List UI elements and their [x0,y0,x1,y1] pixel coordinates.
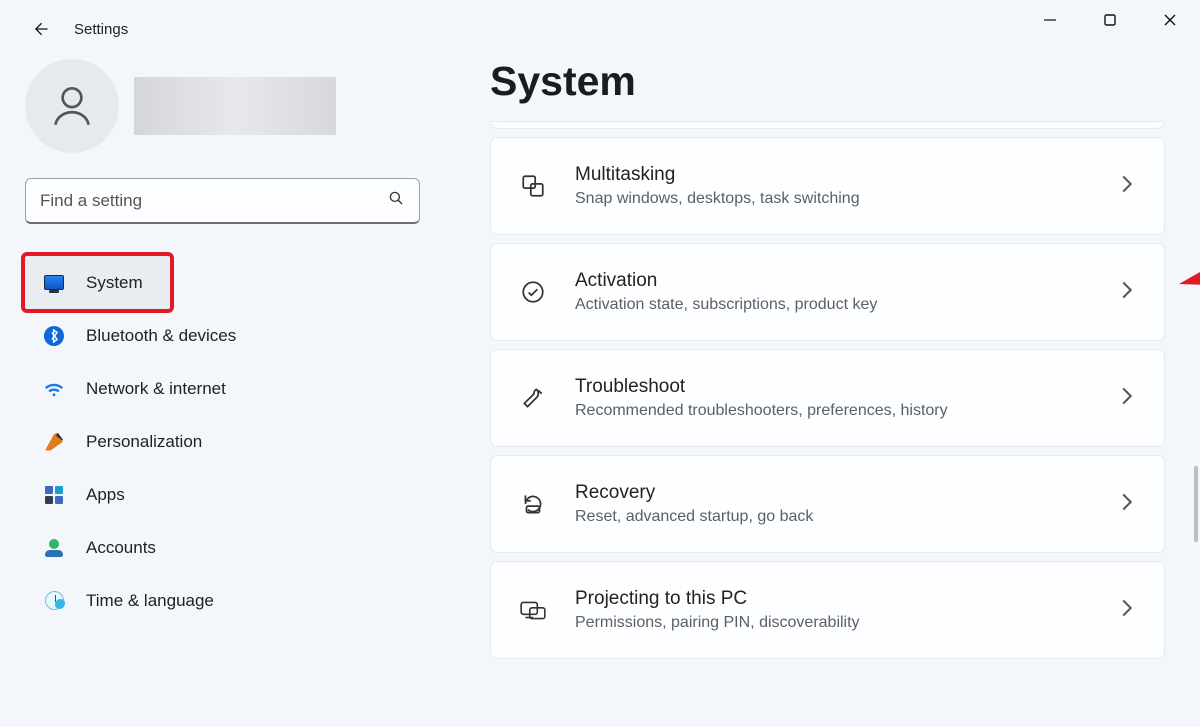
multitasking-icon [517,170,549,202]
chevron-right-icon [1120,174,1134,199]
system-card-troubleshoot[interactable]: Troubleshoot Recommended troubleshooters… [490,349,1165,447]
bluetooth-icon [42,324,66,348]
checkmark-circle-icon [517,276,549,308]
account-icon [42,536,66,560]
sidebar-item-label: Time & language [86,591,214,611]
search-icon [387,189,405,212]
system-card-projecting[interactable]: Projecting to this PC Permissions, pairi… [490,561,1165,659]
sidebar-item-time-language[interactable]: Time & language [25,574,425,627]
maximize-button[interactable] [1080,0,1140,40]
wrench-icon [517,382,549,414]
card-subtitle: Snap windows, desktops, task switching [575,190,1120,208]
sidebar-item-label: Accounts [86,538,156,558]
sidebar-item-label: Personalization [86,432,202,452]
card-subtitle: Reset, advanced startup, go back [575,508,1120,526]
recovery-icon [517,488,549,520]
avatar[interactable] [25,59,119,153]
sidebar-item-label: Bluetooth & devices [86,326,236,346]
system-card-activation[interactable]: Activation Activation state, subscriptio… [490,243,1165,341]
card-subtitle: Activation state, subscriptions, product… [575,296,1120,314]
sidebar-item-label: System [86,273,143,293]
close-button[interactable] [1140,0,1200,40]
page-title: System [490,58,1165,105]
card-subtitle: Recommended troubleshooters, preferences… [575,402,1120,420]
scrollbar-thumb[interactable] [1194,466,1198,542]
annotation-arrow [1179,234,1200,294]
sidebar-item-system[interactable]: System [25,256,170,309]
minimize-button[interactable] [1020,0,1080,40]
sidebar-item-personalization[interactable]: Personalization [25,415,425,468]
card-title: Recovery [575,482,1120,504]
sidebar-item-label: Network & internet [86,379,226,399]
clock-globe-icon [42,589,66,613]
card-title: Activation [575,270,1120,292]
apps-icon [42,483,66,507]
sidebar-item-network[interactable]: Network & internet [25,362,425,415]
sidebar-item-bluetooth[interactable]: Bluetooth & devices [25,309,425,362]
chevron-right-icon [1120,280,1134,305]
projecting-icon [517,594,549,626]
chevron-right-icon [1120,492,1134,517]
search-box[interactable] [25,178,420,224]
system-card-recovery[interactable]: Recovery Reset, advanced startup, go bac… [490,455,1165,553]
card-title: Troubleshoot [575,376,1120,398]
window-title: Settings [74,21,128,38]
back-button[interactable] [28,17,52,41]
card-title: Projecting to this PC [575,588,1120,610]
chevron-right-icon [1120,598,1134,623]
wifi-icon [42,377,66,401]
scroll-peek [490,121,1165,129]
sidebar-item-apps[interactable]: Apps [25,468,425,521]
user-name-placeholder [134,77,336,135]
card-title: Multitasking [575,164,1120,186]
sidebar-item-accounts[interactable]: Accounts [25,521,425,574]
search-input[interactable] [40,191,387,211]
system-card-multitasking[interactable]: Multitasking Snap windows, desktops, tas… [490,137,1165,235]
brush-icon [42,430,66,454]
sidebar-item-label: Apps [86,485,125,505]
system-icon [42,271,66,295]
card-subtitle: Permissions, pairing PIN, discoverabilit… [575,614,1120,632]
chevron-right-icon [1120,386,1134,411]
